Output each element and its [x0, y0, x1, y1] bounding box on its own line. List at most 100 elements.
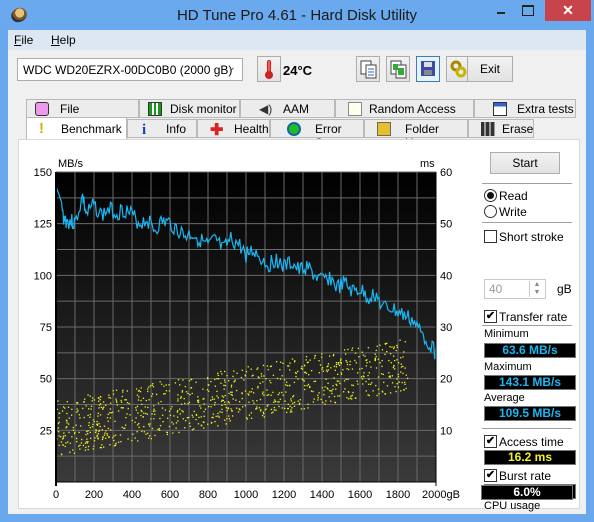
access-time-point: [400, 363, 402, 365]
tab-aam[interactable]: ◀) AAM: [240, 99, 335, 118]
tab-file-benchmark[interactable]: File Benchmark: [26, 99, 139, 130]
access-time-point: [188, 380, 191, 382]
access-time-point: [372, 390, 374, 392]
access-time-point: [94, 437, 96, 439]
access-time-point: [148, 399, 150, 401]
access-time-point: [154, 413, 156, 416]
access-time-point: [314, 380, 317, 382]
benchmark-chart-svg: MB/s ms2550751001251501020304050600 200 400…: [34, 158, 460, 501]
minimize-button[interactable]: [488, 0, 514, 21]
read-radio[interactable]: [484, 189, 497, 202]
copy-screenshot-button[interactable]: [386, 56, 410, 82]
access-time-point: [114, 444, 117, 447]
close-button[interactable]: ✕: [545, 0, 591, 21]
save-button[interactable]: [416, 56, 440, 82]
access-time-point: [324, 403, 326, 405]
tab-info[interactable]: i Info: [127, 119, 197, 138]
access-time-point: [367, 383, 370, 385]
temperature-button[interactable]: [257, 56, 281, 82]
access-time-point: [338, 380, 340, 382]
access-time-point: [161, 407, 164, 409]
access-time-point: [134, 421, 136, 423]
access-time-point: [396, 344, 398, 347]
access-time-point: [301, 365, 303, 368]
access-time-point: [149, 435, 151, 437]
access-time-point: [177, 420, 179, 422]
access-time-point: [68, 417, 71, 419]
access-time-point: [134, 437, 136, 439]
access-time-point: [267, 404, 269, 406]
access-time-point: [109, 412, 111, 414]
tab-label: Benchmark: [61, 122, 122, 136]
access-time-point: [226, 374, 228, 377]
burst-rate-checkbox[interactable]: ✔: [484, 469, 497, 482]
exit-button[interactable]: Exit: [467, 56, 513, 82]
tab-disk-monitor[interactable]: Disk monitor: [139, 99, 240, 118]
access-time-point: [326, 370, 328, 373]
tab-folder-usage[interactable]: Folder Usage: [364, 119, 468, 150]
access-time-point: [200, 424, 202, 427]
access-time-point: [126, 413, 128, 415]
access-time-point: [319, 364, 322, 366]
short-stroke-spinner[interactable]: 40 ▲ ▼: [484, 279, 546, 299]
health-cross-icon: ✚: [210, 122, 224, 139]
transfer-rate-checkbox[interactable]: ✔: [484, 310, 497, 323]
access-time-point: [337, 373, 339, 375]
drive-select[interactable]: WDC WD20EZRX-00DC0B0 (2000 gB) ⌄: [17, 58, 243, 81]
tab-error-scan[interactable]: Error Scan: [270, 119, 364, 150]
access-time-point: [321, 353, 323, 355]
write-radio[interactable]: [484, 205, 497, 218]
access-time-point: [225, 406, 228, 409]
access-time-point: [120, 401, 123, 403]
access-time-point: [97, 415, 99, 417]
access-time-point: [57, 423, 60, 425]
access-time-point: [109, 408, 112, 410]
access-time-point: [361, 367, 363, 370]
access-time-point: [172, 423, 174, 425]
access-time-point: [359, 368, 361, 370]
access-time-point: [333, 365, 336, 368]
access-time-point: [227, 408, 229, 410]
tab-health[interactable]: ✚ Health: [197, 119, 270, 139]
spinner-arrows-icon[interactable]: ▲ ▼: [529, 281, 544, 297]
maximize-button[interactable]: [515, 0, 541, 21]
access-time-point: [214, 421, 216, 423]
access-time-point: [332, 388, 334, 390]
access-time-point: [220, 370, 222, 373]
access-time-point: [147, 388, 149, 390]
copy-text-button[interactable]: [356, 56, 380, 82]
access-time-point: [404, 367, 406, 369]
access-time-point: [159, 417, 161, 420]
start-button[interactable]: Start: [490, 152, 560, 174]
access-time-point: [108, 394, 110, 396]
access-time-point: [95, 431, 97, 434]
access-time-point: [344, 349, 346, 351]
access-time-point: [364, 355, 366, 357]
access-time-point: [114, 434, 117, 436]
tab-erase[interactable]: Erase: [468, 119, 534, 138]
access-time-point: [202, 388, 204, 390]
tab-random-access[interactable]: Random Access: [335, 99, 474, 118]
access-time-point: [306, 385, 308, 387]
access-time-point: [214, 378, 216, 381]
tab-benchmark[interactable]: ! Benchmark: [26, 117, 127, 139]
access-time-point: [102, 436, 104, 438]
access-time-point: [75, 437, 78, 440]
tab-extra-tests[interactable]: Extra tests: [474, 99, 576, 118]
access-time-point: [365, 365, 367, 367]
y2-tick-label: 50: [440, 219, 452, 231]
access-time-point: [320, 356, 323, 358]
access-time-point: [224, 384, 226, 387]
menu-file[interactable]: File: [14, 33, 33, 47]
access-time-point: [81, 438, 83, 441]
access-time-point: [273, 399, 276, 401]
short-stroke-checkbox[interactable]: [484, 230, 497, 243]
access-time-point: [400, 371, 402, 373]
access-time-point: [397, 386, 400, 388]
divider: [482, 325, 572, 326]
menu-help[interactable]: Help: [51, 33, 76, 47]
access-time-point: [384, 353, 386, 356]
access-time-point: [278, 405, 280, 408]
access-time-checkbox[interactable]: ✔: [484, 435, 497, 448]
access-time-point: [76, 408, 78, 410]
